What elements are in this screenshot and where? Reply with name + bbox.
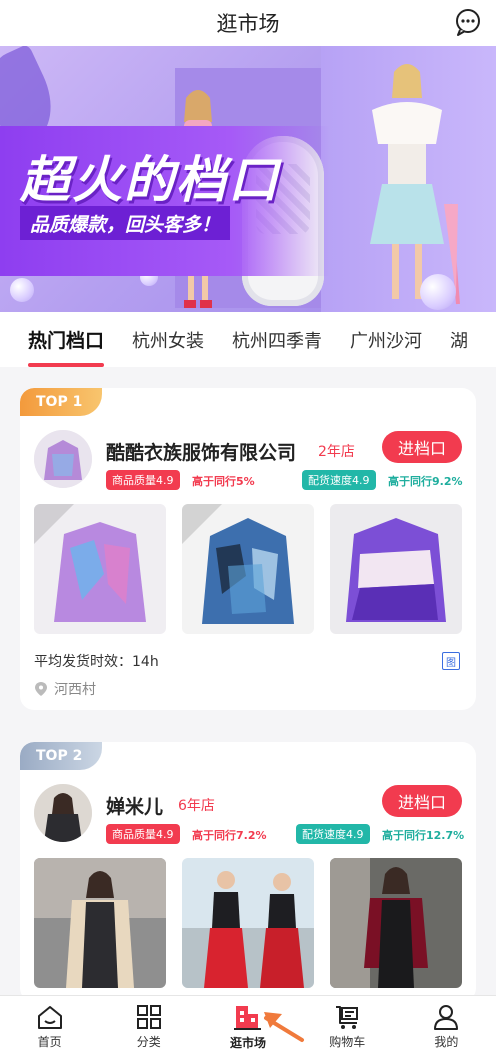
shop-location: 河西村 xyxy=(34,679,96,699)
product-image[interactable] xyxy=(182,858,314,988)
bottom-navigation: 首页 分类 逛市场 购物车 我的 xyxy=(0,995,496,1057)
page-title: 逛市场 xyxy=(216,12,280,36)
tab-hangzhou-sijiqing[interactable]: 杭州四季青 xyxy=(232,312,322,367)
user-icon xyxy=(434,1004,459,1030)
top-header: 逛市场 xyxy=(0,0,496,46)
cart-icon xyxy=(336,1005,359,1029)
product-image[interactable] xyxy=(330,504,462,634)
product-image[interactable] xyxy=(330,858,462,988)
shop-years: 6年店 xyxy=(178,798,215,814)
avatar xyxy=(34,430,92,488)
tab-hot-stalls[interactable]: 热门档口 xyxy=(28,312,105,367)
promo-banner[interactable]: 超火的档口 品质爆款，回头客多！ xyxy=(0,46,496,312)
shop-name[interactable]: 婵米儿 xyxy=(106,792,163,819)
nav-cart[interactable]: 购物车 xyxy=(298,996,397,1057)
nav-home[interactable]: 首页 xyxy=(0,996,99,1057)
nav-cart-label: 购物车 xyxy=(329,1034,366,1049)
product-image[interactable] xyxy=(34,858,166,988)
enter-stall-button[interactable]: 进档口 xyxy=(382,431,462,463)
quality-badge: 商品质量4.9 xyxy=(106,470,180,490)
speed-compare: 高于同行12.7% xyxy=(382,829,465,842)
nav-market-label: 逛市场 xyxy=(230,1035,267,1050)
market-tabs: 热门档口 杭州女装 杭州四季青 广州沙河 湖 xyxy=(0,312,496,367)
model-figure-right xyxy=(370,64,460,305)
location-label: 河西村 xyxy=(54,682,96,698)
shop-card[interactable]: TOP 2 婵米儿 6年店 进档口 商品质量4.9 高于同行7.2% 配货速度4… xyxy=(20,742,476,1002)
tab-hangzhou-women[interactable]: 杭州女装 xyxy=(132,312,204,367)
rank-badge: TOP 2 xyxy=(20,742,102,770)
quality-badge: 商品质量4.9 xyxy=(106,824,180,844)
speed-badge: 配货速度4.9 xyxy=(296,824,370,844)
nav-category-label: 分类 xyxy=(136,1034,161,1049)
banner-subline: 品质爆款，回头客多！ xyxy=(20,206,231,240)
nav-mine[interactable]: 我的 xyxy=(397,996,496,1057)
product-image[interactable] xyxy=(34,504,166,634)
chat-bubble-icon[interactable] xyxy=(454,8,482,36)
shop-card[interactable]: TOP 1 酷酷衣族服饰有限公司 2年店 进档口 商品质量4.9 高于同行5% … xyxy=(20,388,476,710)
decor-ball xyxy=(10,278,34,302)
banner-headline: 超火的档口 xyxy=(20,151,280,209)
nav-mine-label: 我的 xyxy=(434,1034,459,1049)
nav-category[interactable]: 分类 xyxy=(99,996,198,1057)
decor-ball xyxy=(420,274,456,310)
location-pin-icon xyxy=(35,682,47,696)
shop-name[interactable]: 酷酷衣族服饰有限公司 xyxy=(106,438,296,465)
avg-ship-time: 平均发货时效：14h xyxy=(34,654,159,670)
quality-compare: 高于同行5% xyxy=(192,475,255,488)
image-icon[interactable]: 图 xyxy=(442,652,460,670)
speed-compare: 高于同行9.2% xyxy=(388,475,463,488)
pointer-arrow-icon xyxy=(264,1012,304,1042)
nav-home-label: 首页 xyxy=(37,1034,62,1049)
shop-years: 2年店 xyxy=(318,444,355,460)
rank-badge: TOP 1 xyxy=(20,388,102,416)
home-icon xyxy=(37,1005,62,1029)
speed-badge: 配货速度4.9 xyxy=(302,470,376,490)
tab-hu[interactable]: 湖 xyxy=(450,312,468,367)
market-icon xyxy=(234,1005,261,1030)
grid-icon xyxy=(136,1004,161,1029)
enter-stall-button[interactable]: 进档口 xyxy=(382,785,462,817)
product-image[interactable] xyxy=(182,504,314,634)
quality-compare: 高于同行7.2% xyxy=(192,829,267,842)
tab-guangzhou-shahe[interactable]: 广州沙河 xyxy=(350,312,422,367)
avatar xyxy=(34,784,92,842)
